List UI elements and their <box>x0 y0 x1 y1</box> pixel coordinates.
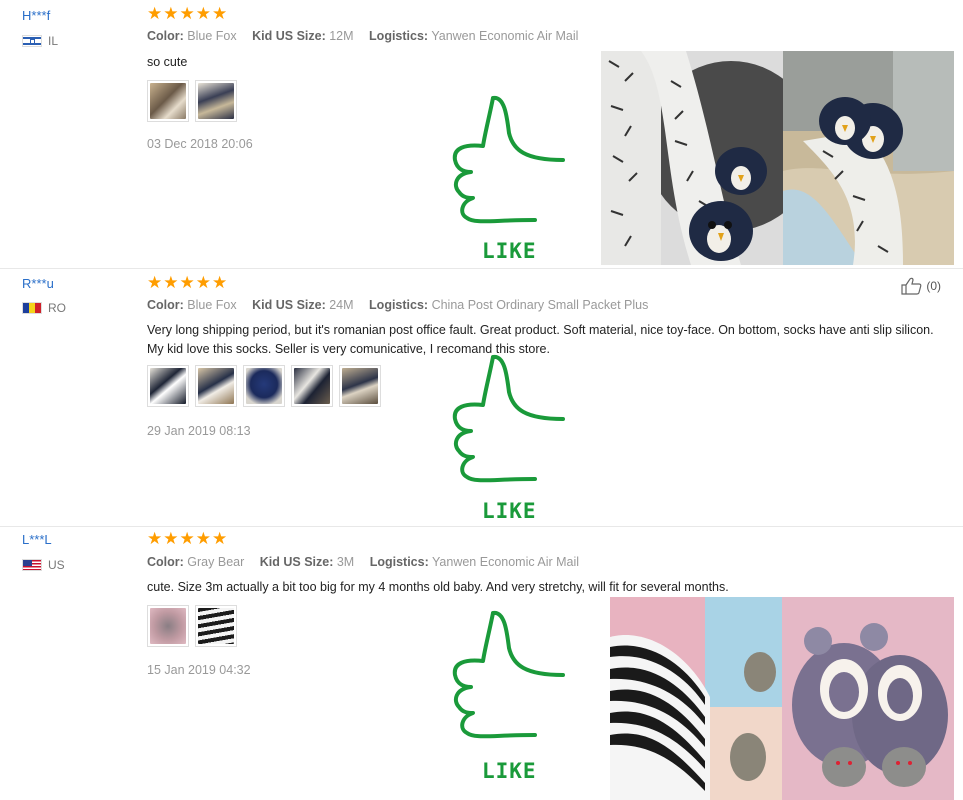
star-icon: ★ <box>163 4 179 23</box>
review-thumbnail[interactable] <box>147 80 189 122</box>
reviewer-name[interactable]: R***u <box>22 276 54 291</box>
reviewer-country: IL <box>22 34 58 48</box>
star-icon: ★ <box>195 529 211 548</box>
review-thumbnail[interactable] <box>195 80 237 122</box>
color-label: Color: <box>147 29 184 43</box>
country-code: US <box>48 558 65 572</box>
like-label: LIKE <box>482 499 537 523</box>
reviewer-name[interactable]: H***f <box>22 8 50 23</box>
review-thumbnail[interactable] <box>243 365 285 407</box>
thumbs-up-icon <box>452 611 565 739</box>
color-label: Color: <box>147 298 184 312</box>
review-thumbnail[interactable] <box>147 365 189 407</box>
review-item: H***f IL ★ ★ ★ ★ ★ Color: Blue Fox Kid U… <box>0 0 963 268</box>
review-thumbnails <box>147 80 237 122</box>
reviewer-country: RO <box>22 301 66 315</box>
star-icon: ★ <box>212 529 228 548</box>
color-label: Color: <box>147 555 184 569</box>
review-thumbnail[interactable] <box>195 365 237 407</box>
reviewer-name[interactable]: L***L <box>22 532 52 547</box>
color-value: Blue Fox <box>187 29 237 43</box>
country-code: IL <box>48 34 59 48</box>
size-label: Kid US Size: <box>252 298 326 312</box>
review-thumbnail[interactable] <box>291 365 333 407</box>
star-icon: ★ <box>179 4 195 23</box>
star-icon: ★ <box>147 4 163 23</box>
star-icon: ★ <box>147 529 163 548</box>
star-icon: ★ <box>212 4 228 23</box>
size-value: 24M <box>329 298 354 312</box>
review-text: cute. Size 3m actually a bit too big for… <box>147 580 729 594</box>
rating-stars: ★ ★ ★ ★ ★ <box>147 530 227 547</box>
logistics-label: Logistics: <box>369 298 429 312</box>
star-icon: ★ <box>147 273 163 292</box>
order-details: Color: Gray Bear Kid US Size: 3M Logisti… <box>147 555 579 569</box>
romania-flag-icon <box>22 302 42 314</box>
country-code: RO <box>48 301 66 315</box>
like-label: LIKE <box>482 759 537 783</box>
review-photo[interactable] <box>783 51 954 265</box>
color-value: Blue Fox <box>187 298 237 312</box>
israel-flag-icon <box>22 35 42 47</box>
rating-stars: ★ ★ ★ ★ ★ <box>147 5 227 22</box>
us-flag-icon <box>22 559 42 571</box>
size-value: 12M <box>329 29 354 43</box>
review-photo[interactable] <box>601 51 783 265</box>
review-date: 03 Dec 2018 20:06 <box>147 137 253 151</box>
review-item: L***L US ★ ★ ★ ★ ★ Color: Gray Bear Kid … <box>0 526 963 800</box>
reviewer-country: US <box>22 558 65 572</box>
star-icon: ★ <box>179 273 195 292</box>
review-thumbnail[interactable] <box>195 605 237 647</box>
size-value: 3M <box>336 555 355 569</box>
review-date: 29 Jan 2019 08:13 <box>147 424 251 438</box>
star-icon: ★ <box>195 273 211 292</box>
color-value: Gray Bear <box>187 555 245 569</box>
review-thumbnails <box>147 365 381 407</box>
logistics-value: China Post Ordinary Small Packet Plus <box>431 298 649 312</box>
review-item: R***u RO ★ ★ ★ ★ ★ (0) Color: Blue Fox K… <box>0 268 963 526</box>
star-icon: ★ <box>179 529 195 548</box>
review-thumbnails <box>147 605 237 647</box>
thumbs-up-outline-icon[interactable] <box>900 277 922 295</box>
logistics-value: Yanwen Economic Air Mail <box>431 29 579 43</box>
review-thumbnail[interactable] <box>339 365 381 407</box>
star-icon: ★ <box>163 273 179 292</box>
star-icon: ★ <box>163 529 179 548</box>
order-details: Color: Blue Fox Kid US Size: 12M Logisti… <box>147 29 578 43</box>
logistics-value: Yanwen Economic Air Mail <box>432 555 580 569</box>
review-photo[interactable] <box>782 597 954 800</box>
logistics-label: Logistics: <box>369 29 429 43</box>
helpful-vote[interactable]: (0) <box>900 277 941 295</box>
review-thumbnail[interactable] <box>147 605 189 647</box>
star-icon: ★ <box>212 273 228 292</box>
helpful-count: (0) <box>926 279 941 293</box>
size-label: Kid US Size: <box>259 555 334 569</box>
star-icon: ★ <box>195 4 211 23</box>
review-photo[interactable] <box>610 597 782 800</box>
size-label: Kid US Size: <box>252 29 326 43</box>
review-date: 15 Jan 2019 04:32 <box>147 663 251 677</box>
like-label: LIKE <box>482 239 537 263</box>
rating-stars: ★ ★ ★ ★ ★ <box>147 274 227 291</box>
logistics-label: Logistics: <box>369 555 429 569</box>
order-details: Color: Blue Fox Kid US Size: 24M Logisti… <box>147 298 648 312</box>
